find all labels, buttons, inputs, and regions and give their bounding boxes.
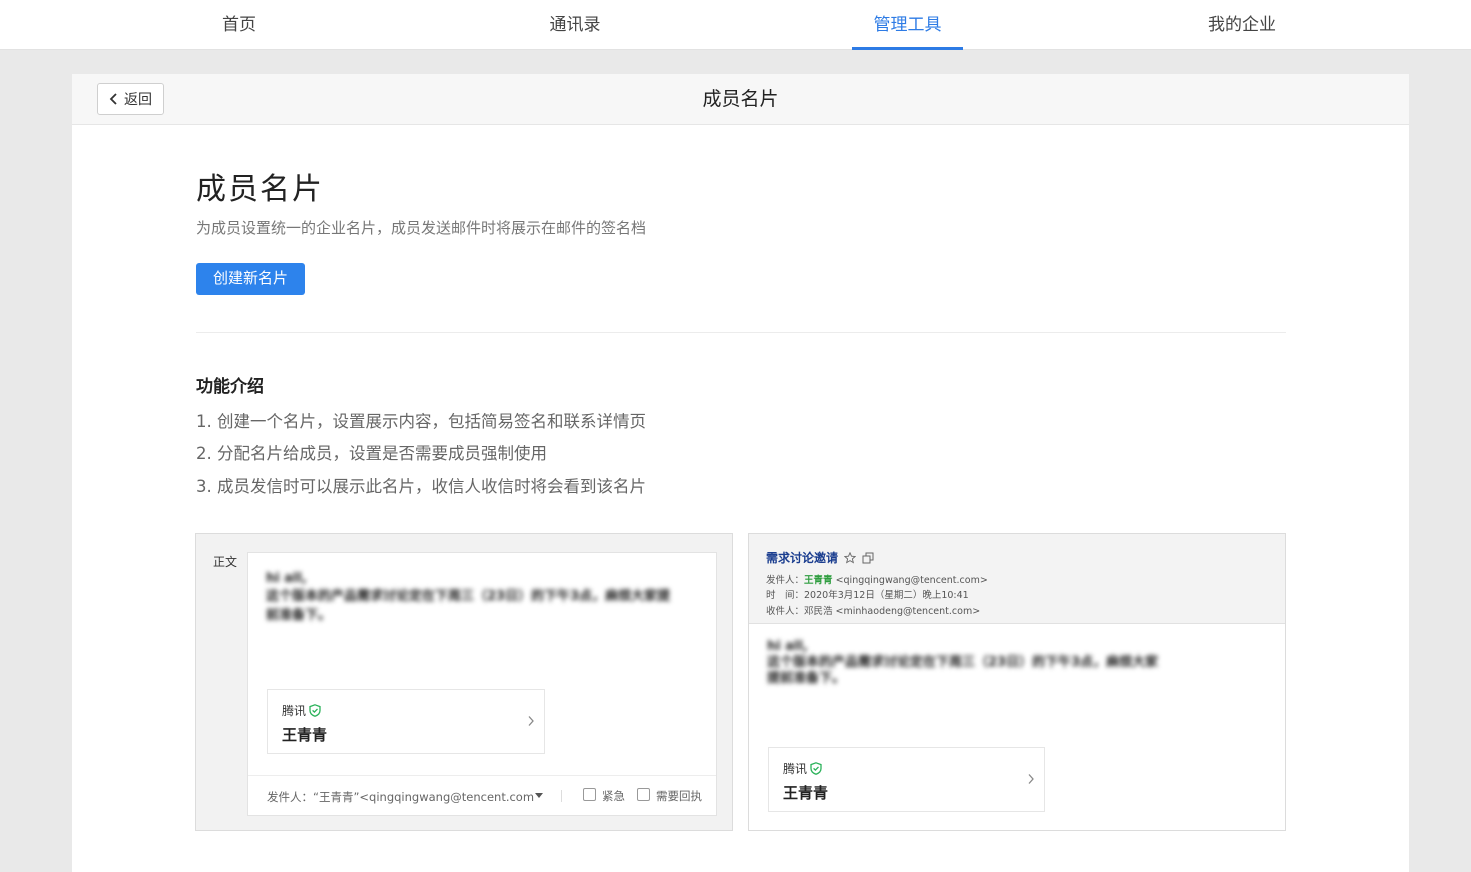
mail-header: 需求讨论邀请 发件人：王青青 <qingqingwang@tencent.com… <box>749 534 1285 624</box>
compose-footer: 发件人：“王青青”<qingqingwang@tencent.com 紧急 需要… <box>248 775 716 815</box>
from-name: 王青青 <box>804 575 833 586</box>
nav-tab-my-company[interactable]: 我的企业 <box>1194 0 1290 50</box>
mail-to-line: 收件人：邓民浩 <minhaodeng@tencent.com> <box>766 603 980 617</box>
features-title: 功能介绍 <box>196 377 264 397</box>
blurred-body-line: 提前准备下。 <box>767 671 846 686</box>
feature-item: 2. 分配名片给成员，设置是否需要成员强制使用 <box>196 444 547 463</box>
from-email: <qingqingwang@tencent.com> <box>835 575 988 586</box>
from-field: 发件人：“王青青”<qingqingwang@tencent.com <box>267 790 535 804</box>
chevron-left-icon <box>109 93 117 105</box>
panel-header: 成员名片 返回 <box>72 74 1409 125</box>
card-company-name: 腾讯 <box>282 704 307 718</box>
top-nav: 首页 通讯录 管理工具 我的企业 <box>0 0 1471 50</box>
chevron-right-icon <box>528 716 534 726</box>
feature-item: 1. 创建一个名片，设置展示内容，包括简易签名和联系详情页 <box>196 412 646 431</box>
card-person-name: 王青青 <box>282 726 328 744</box>
receipt-label: 需要回执 <box>656 789 702 803</box>
compose-area: hi all, 这个版本的产品需求讨论定在下周三（23日）的下午3点，麻烦大家提… <box>247 552 717 816</box>
time-value: 2020年3月12日（星期二）晚上10:41 <box>804 590 969 601</box>
receipt-checkbox <box>637 788 650 801</box>
feature-item: 3. 成员发信时可以展示此名片，收信人收信时将会看到该名片 <box>196 477 646 496</box>
body-label: 正文 <box>213 555 238 569</box>
caret-down-icon <box>535 793 543 798</box>
card-company-name: 腾讯 <box>783 762 808 776</box>
card-company: 腾讯 <box>783 760 822 777</box>
panel-title: 成员名片 <box>702 88 779 110</box>
divider <box>196 332 1286 333</box>
nav-tab-contacts[interactable]: 通讯录 <box>530 0 620 50</box>
time-label: 时 间： <box>766 590 805 601</box>
verified-shield-icon <box>309 704 321 717</box>
urgent-label: 紧急 <box>602 789 625 803</box>
read-mail-preview-image: 需求讨论邀请 发件人：王青青 <qingqingwang@tencent.com… <box>748 533 1286 831</box>
blurred-body-line: 这个版本的产品需求讨论定在下周三（23日）的下午3点，麻烦大家提 <box>266 589 671 604</box>
mail-subject: 需求讨论邀请 <box>766 549 874 566</box>
create-card-button[interactable]: 创建新名片 <box>196 263 305 295</box>
compose-preview-image: 正文 hi all, 这个版本的产品需求讨论定在下周三（23日）的下午3点，麻烦… <box>195 533 733 831</box>
main-panel: 成员名片 返回 成员名片 为成员设置统一的企业名片，成员发送邮件时将展示在邮件的… <box>72 74 1409 872</box>
star-icon <box>844 551 857 564</box>
back-button-label: 返回 <box>124 92 152 108</box>
urgent-checkbox <box>583 788 596 801</box>
business-card: 腾讯 王青青 <box>768 747 1045 812</box>
from-label: 发件人： <box>766 575 805 586</box>
chevron-right-icon <box>1028 774 1034 784</box>
nav-tab-admin-tools[interactable]: 管理工具 <box>852 0 963 50</box>
to-value: 邓民浩 <minhaodeng@tencent.com> <box>804 606 981 617</box>
page-description: 为成员设置统一的企业名片，成员发送邮件时将展示在邮件的签名档 <box>196 219 647 237</box>
verified-shield-icon <box>810 762 822 775</box>
card-person-name: 王青青 <box>783 784 829 802</box>
back-button[interactable]: 返回 <box>97 83 164 115</box>
to-label: 收件人： <box>766 606 805 617</box>
new-window-icon <box>862 552 874 563</box>
business-card: 腾讯 王青青 <box>267 689 545 754</box>
blurred-greeting: hi all, <box>266 571 307 586</box>
mail-subject-text: 需求讨论邀请 <box>766 551 839 565</box>
mail-time-line: 时 间：2020年3月12日（星期二）晚上10:41 <box>766 587 969 601</box>
card-company: 腾讯 <box>282 702 321 719</box>
page-heading: 成员名片 <box>196 172 324 207</box>
separator <box>561 790 562 802</box>
mail-from-line: 发件人：王青青 <qingqingwang@tencent.com> <box>766 572 988 586</box>
nav-tab-home[interactable]: 首页 <box>200 0 278 50</box>
blurred-body-line: 前准备下。 <box>266 608 332 623</box>
